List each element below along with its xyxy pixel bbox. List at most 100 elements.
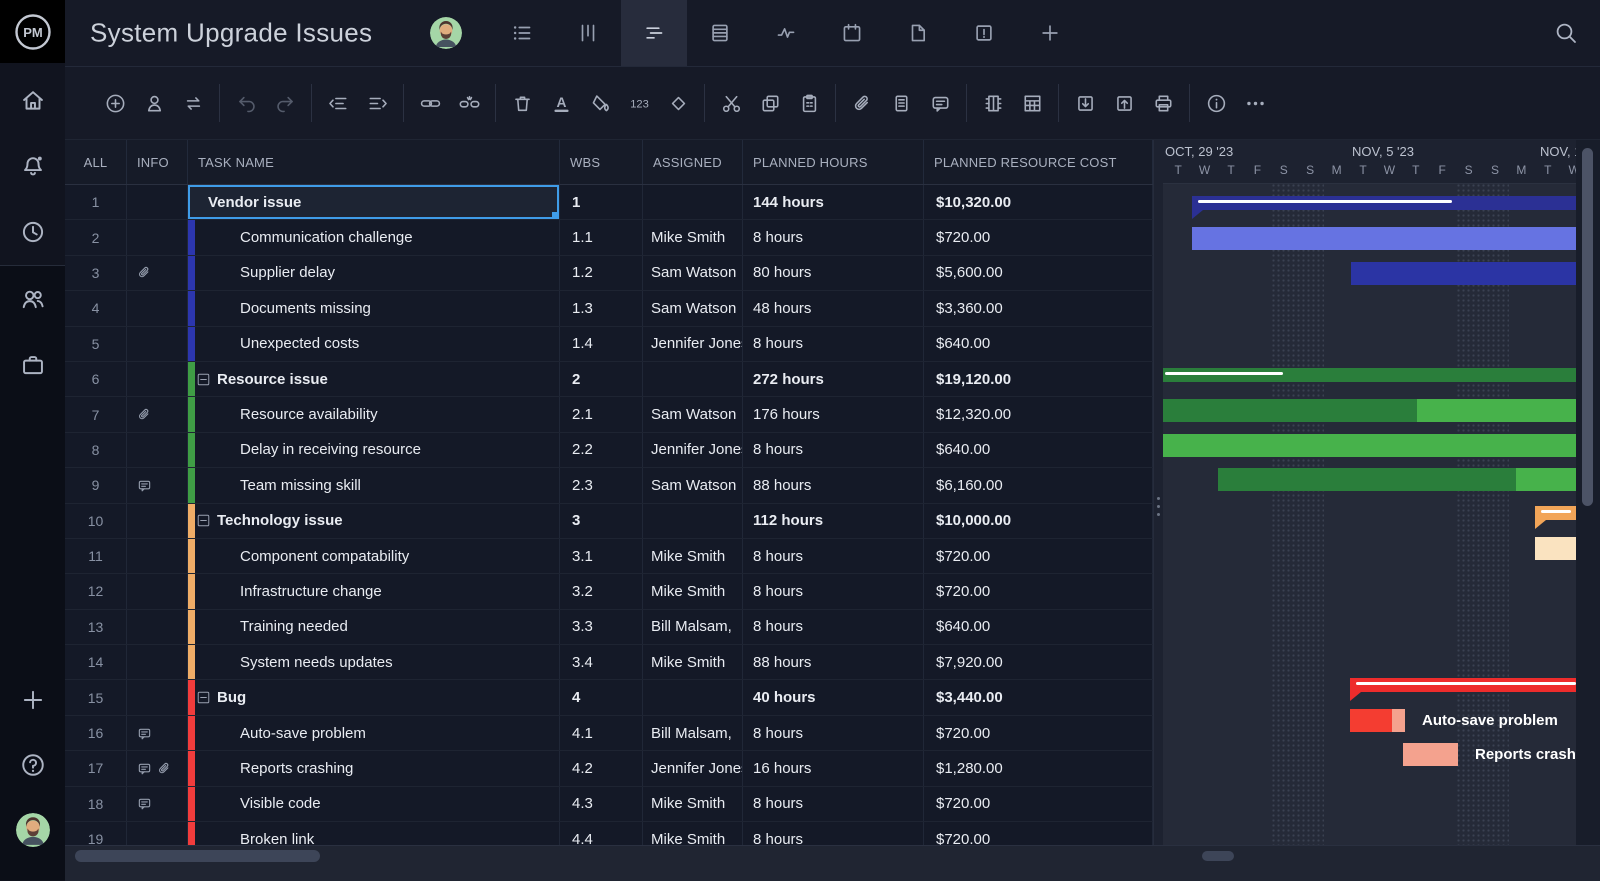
info-cell[interactable] <box>127 255 188 291</box>
wbs-cell[interactable]: 1.1 <box>560 220 643 255</box>
undo-button[interactable] <box>235 92 257 114</box>
task-row[interactable]: 16 Auto-save problem 4.1 Bill Malsam, 8 hour… <box>65 715 1153 752</box>
print-button[interactable] <box>1152 92 1174 114</box>
task-name-cell[interactable]: Resource issue <box>188 361 560 397</box>
assign-user-button[interactable] <box>143 92 165 114</box>
info-cell[interactable] <box>127 326 188 361</box>
copy-button[interactable] <box>759 92 781 114</box>
fill-color-button[interactable] <box>589 92 611 114</box>
planned-cost-cell[interactable]: $640.00 <box>924 609 1153 645</box>
tab-workload[interactable] <box>753 0 819 66</box>
assigned-cell[interactable]: Mike Smith <box>643 220 743 255</box>
planned-hours-cell[interactable]: 8 hours <box>743 220 924 255</box>
text-color-button[interactable]: A <box>550 92 572 114</box>
cut-button[interactable] <box>720 92 742 114</box>
planned-hours-cell[interactable]: 8 hours <box>743 609 924 645</box>
gantt-summary-bar[interactable] <box>1535 505 1576 520</box>
planned-cost-cell[interactable]: $10,000.00 <box>924 503 1153 538</box>
gantt-task-bar[interactable] <box>1192 227 1576 251</box>
assigned-cell[interactable]: Sam Watson <box>643 468 743 503</box>
collapse-toggle[interactable] <box>197 514 210 527</box>
wbs-cell[interactable]: 4 <box>560 680 643 715</box>
task-name-cell[interactable]: Delay in receiving resource <box>188 432 560 468</box>
milestone-button[interactable] <box>667 92 689 114</box>
wbs-cell[interactable]: 3.1 <box>560 538 643 574</box>
planned-cost-cell[interactable]: $3,360.00 <box>924 291 1153 326</box>
unlink-tasks-button[interactable] <box>458 92 480 114</box>
gantt-horizontal-scrollbar-thumb[interactable] <box>1202 851 1234 861</box>
wbs-cell[interactable]: 3.4 <box>560 645 643 680</box>
add-task-button[interactable] <box>104 92 126 114</box>
sidebar-home-button[interactable] <box>20 87 46 113</box>
task-name-cell[interactable]: Team missing skill <box>188 468 560 503</box>
planned-hours-cell[interactable]: 80 hours <box>743 255 924 291</box>
task-name-cell[interactable]: Communication challenge <box>188 220 560 255</box>
task-row[interactable]: 6 Resource issue 2 272 hours $19,120.00 <box>65 361 1153 398</box>
task-row[interactable]: 4 Documents missing 1.3 Sam Watson 48 hours $… <box>65 291 1153 327</box>
wbs-cell[interactable]: 4.4 <box>560 822 643 845</box>
row-number-cell[interactable]: 2 <box>65 220 127 255</box>
task-row[interactable]: 14 System needs updates 3.4 Mike Smith 88 ho… <box>65 645 1153 681</box>
vertical-scrollbar-track[interactable] <box>1576 140 1600 845</box>
paste-button[interactable] <box>798 92 820 114</box>
task-name-cell[interactable]: Supplier delay <box>188 255 560 291</box>
gantt-task-bar[interactable] <box>1417 399 1576 423</box>
task-name-cell[interactable]: Auto-save problem <box>188 715 560 751</box>
wbs-cell[interactable]: 2.2 <box>560 432 643 468</box>
planned-cost-cell[interactable]: $12,320.00 <box>924 397 1153 432</box>
row-number-cell[interactable]: 18 <box>65 786 127 822</box>
assigned-cell[interactable]: Mike Smith <box>643 538 743 574</box>
info-cell[interactable] <box>127 361 188 397</box>
info-cell[interactable] <box>127 574 188 609</box>
row-number-cell[interactable]: 3 <box>65 255 127 291</box>
info-cell[interactable] <box>127 751 188 786</box>
column-header-info[interactable]: INFO <box>127 140 188 184</box>
planned-hours-cell[interactable]: 40 hours <box>743 680 924 715</box>
assigned-cell[interactable]: Jennifer Jones <box>643 751 743 786</box>
tab-add-view[interactable] <box>1017 0 1083 66</box>
assigned-cell[interactable]: Mike Smith <box>643 574 743 609</box>
info-cell[interactable] <box>127 432 188 468</box>
info-cell[interactable] <box>127 397 188 432</box>
planned-cost-cell[interactable]: $6,160.00 <box>924 468 1153 503</box>
sidebar-portfolio-button[interactable] <box>20 352 46 378</box>
export-button[interactable] <box>1113 92 1135 114</box>
assigned-cell[interactable] <box>643 503 743 538</box>
planned-cost-cell[interactable]: $640.00 <box>924 432 1153 468</box>
task-row[interactable]: 8 Delay in receiving resource 2.2 Jennifer … <box>65 432 1153 469</box>
selection-fill-handle[interactable] <box>552 212 559 220</box>
row-number-cell[interactable]: 10 <box>65 503 127 538</box>
planned-cost-cell[interactable]: $720.00 <box>924 786 1153 822</box>
info-cell[interactable] <box>127 680 188 715</box>
collapse-toggle[interactable] <box>197 691 210 704</box>
delete-button[interactable] <box>511 92 533 114</box>
gantt-task-bar[interactable] <box>1163 399 1417 423</box>
gantt-task-bar[interactable] <box>1218 468 1516 492</box>
gantt-task-bar[interactable] <box>1535 537 1576 560</box>
task-row[interactable]: 18 Visible code 4.3 Mike Smith 8 hours $720.0… <box>65 786 1153 823</box>
planned-cost-cell[interactable]: $19,120.00 <box>924 361 1153 397</box>
more-options-button[interactable] <box>1244 92 1266 114</box>
row-number-cell[interactable]: 9 <box>65 468 127 503</box>
task-name-cell[interactable]: Visible code <box>188 786 560 822</box>
task-row[interactable]: 3 Supplier delay 1.2 Sam Watson 80 hours $5,6… <box>65 255 1153 292</box>
row-number-cell[interactable]: 5 <box>65 326 127 361</box>
wbs-cell[interactable]: 3 <box>560 503 643 538</box>
planned-hours-cell[interactable]: 176 hours <box>743 397 924 432</box>
info-cell[interactable] <box>127 715 188 751</box>
row-number-cell[interactable]: 11 <box>65 538 127 574</box>
wbs-cell[interactable]: 4.3 <box>560 786 643 822</box>
row-number-cell[interactable]: 14 <box>65 645 127 680</box>
outdent-button[interactable] <box>327 92 349 114</box>
tab-sheet[interactable] <box>687 0 753 66</box>
task-name-cell[interactable]: Bug <box>188 680 560 715</box>
task-name-cell[interactable]: System needs updates <box>188 645 560 680</box>
task-name-cell[interactable]: Documents missing <box>188 291 560 326</box>
gantt-task-bar[interactable] <box>1392 709 1405 732</box>
collapse-toggle[interactable] <box>197 373 210 386</box>
task-row[interactable]: 17 Reports crashing 4.2 Jennifer Jones 16 ho… <box>65 751 1153 787</box>
planned-hours-cell[interactable]: 88 hours <box>743 645 924 680</box>
info-button[interactable] <box>1205 92 1227 114</box>
tab-gantt[interactable] <box>621 0 687 66</box>
project-owner-avatar[interactable] <box>430 17 462 49</box>
